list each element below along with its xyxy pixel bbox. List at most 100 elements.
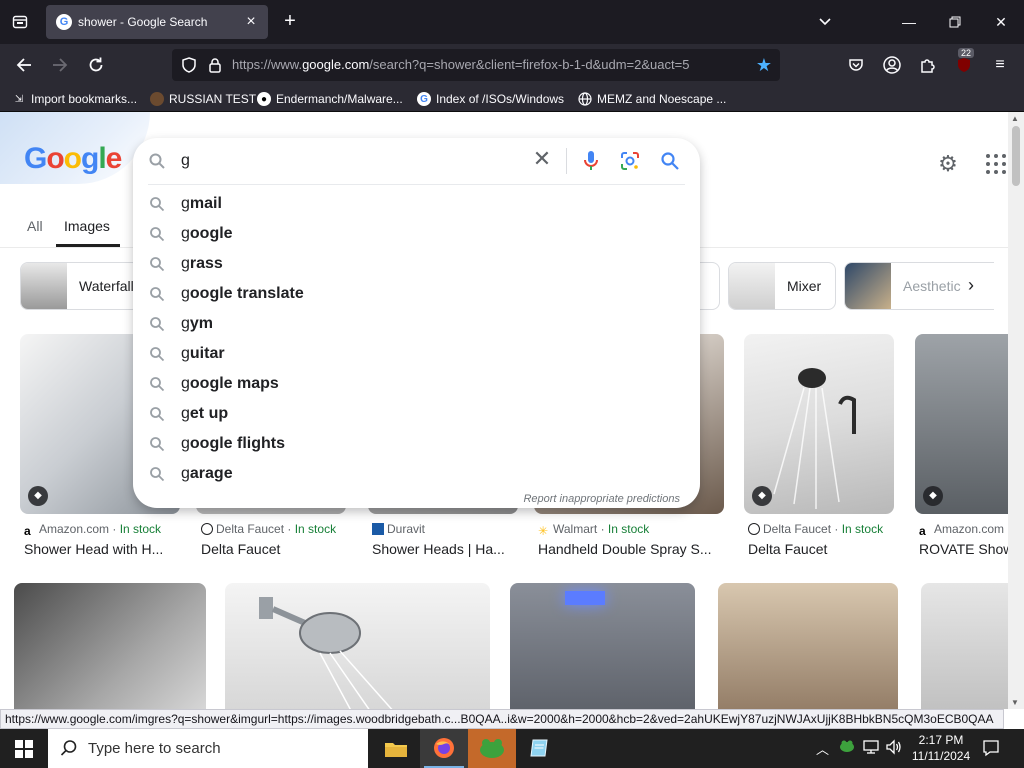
chip-thumbnail [845, 263, 891, 309]
search-icon [150, 257, 165, 272]
result-source[interactable]: Delta Faucet · In stock [201, 522, 336, 536]
suggestion-item[interactable]: gmail [133, 189, 700, 219]
pocket-icon[interactable] [844, 53, 868, 77]
lock-icon[interactable] [206, 56, 224, 74]
github-icon: ● [257, 92, 271, 106]
restore-button[interactable] [943, 10, 967, 34]
suggestion-item[interactable]: google [133, 219, 700, 249]
result-title[interactable]: Handheld Double Spray S... [538, 541, 712, 557]
tab-list-icon[interactable] [10, 12, 30, 32]
result-source[interactable]: ✳ Walmart · In stock [538, 522, 649, 538]
close-window-button[interactable]: ✕ [989, 10, 1013, 34]
report-predictions-link[interactable]: Report inappropriate predictions [523, 493, 680, 505]
chip-mixer[interactable]: Mixer [728, 262, 836, 310]
browser-tab[interactable]: G shower - Google Search × [46, 5, 268, 39]
notepad-icon[interactable] [516, 729, 564, 768]
google-logo[interactable]: Google [24, 142, 122, 176]
delta-icon [748, 523, 760, 535]
scroll-up-arrow-icon[interactable]: ▲ [1011, 114, 1019, 123]
clear-search-icon[interactable]: ✕ [531, 148, 553, 170]
search-icon [150, 377, 165, 392]
suggestion-item[interactable]: grass [133, 249, 700, 279]
frog-tray-icon[interactable] [839, 738, 855, 757]
start-windows-icon[interactable] [0, 729, 48, 768]
url-text[interactable]: https://www.google.com/search?q=shower&c… [232, 57, 742, 72]
notifications-icon[interactable] [982, 739, 1000, 760]
settings-gear-icon[interactable]: ⚙ [936, 152, 960, 176]
scrollbar-thumb[interactable] [1012, 126, 1020, 186]
image-result[interactable] [718, 583, 898, 709]
suggestion-item[interactable]: garage [133, 459, 700, 489]
forward-arrow-icon[interactable] [48, 53, 72, 77]
duravit-icon [372, 523, 384, 535]
result-source[interactable]: a Amazon.com · In stock [24, 522, 161, 538]
search-icon [150, 197, 165, 212]
search-icon [150, 227, 165, 242]
tab-images[interactable]: Images [64, 218, 110, 234]
suggestion-item[interactable]: google flights [133, 429, 700, 459]
suggestion-item[interactable]: gym [133, 309, 700, 339]
list-all-tabs-icon[interactable] [813, 10, 837, 34]
google-lens-icon[interactable] [620, 151, 640, 171]
suggestion-item[interactable]: guitar [133, 339, 700, 369]
bookmark-memz[interactable]: MEMZ and Noescape ... [578, 90, 726, 108]
new-tab-button[interactable]: + [280, 11, 300, 31]
show-hidden-icons-chevron-icon[interactable]: ︿ [816, 739, 829, 758]
image-result[interactable] [14, 583, 206, 709]
back-arrow-icon[interactable] [12, 53, 36, 77]
microphone-icon[interactable] [581, 150, 601, 172]
divider [148, 184, 685, 185]
volume-icon[interactable] [885, 739, 903, 758]
search-button-icon[interactable] [660, 151, 680, 171]
extensions-puzzle-icon[interactable] [916, 53, 940, 77]
tracking-protection-shield-icon[interactable] [180, 56, 198, 74]
scroll-down-arrow-icon[interactable]: ▼ [1011, 698, 1019, 707]
suggestion-item[interactable]: get up [133, 399, 700, 429]
google-favicon-icon: G [417, 92, 431, 106]
result-source[interactable]: Duravit [372, 522, 425, 536]
search-input[interactable]: g [181, 152, 190, 170]
network-icon[interactable] [862, 739, 880, 758]
result-title[interactable]: Delta Faucet [201, 541, 280, 557]
page-scrollbar[interactable]: ▲ ▼ [1008, 112, 1024, 709]
bookmark-endermanch[interactable]: ● Endermanch/Malware... [257, 90, 403, 108]
bookmark-isos[interactable]: G Index of /ISOs/Windows [417, 90, 564, 108]
search-icon [150, 467, 165, 482]
account-icon[interactable] [880, 53, 904, 77]
suggestion-item[interactable]: google translate [133, 279, 700, 309]
chevron-right-icon[interactable]: › [968, 275, 974, 296]
result-title[interactable]: Delta Faucet [748, 541, 827, 557]
system-clock[interactable]: 2:17 PM 11/11/2024 [906, 732, 976, 764]
file-explorer-icon[interactable] [372, 729, 420, 768]
bookmark-import[interactable]: ⇲ Import bookmarks... [12, 90, 137, 108]
tab-all[interactable]: All [27, 218, 43, 234]
result-title[interactable]: Shower Head with H... [24, 541, 163, 557]
result-title[interactable]: Shower Heads | Ha... [372, 541, 505, 557]
bookmark-star-icon[interactable]: ★ [756, 55, 772, 76]
image-result[interactable]: ◆ [915, 334, 1008, 514]
image-result[interactable] [921, 583, 1008, 709]
firefox-icon[interactable] [420, 729, 468, 768]
address-bar[interactable]: https://www.google.com/search?q=shower&c… [172, 49, 780, 81]
google-apps-icon[interactable] [984, 152, 1008, 176]
amazon-icon: a [24, 524, 31, 538]
image-result[interactable] [225, 583, 490, 709]
image-result[interactable]: ◆ [744, 334, 894, 514]
bookmark-russian-test[interactable]: RUSSIAN TEST [150, 90, 256, 108]
frog-app-icon[interactable] [468, 729, 516, 768]
result-title[interactable]: ROVATE Show [919, 541, 1008, 557]
minimize-button[interactable]: — [897, 10, 921, 34]
taskbar-search-box[interactable]: Type here to search [48, 729, 368, 768]
divider [566, 148, 567, 174]
chip-waterfall[interactable]: Waterfall [20, 262, 140, 310]
reload-icon[interactable] [84, 53, 108, 77]
suggestion-item[interactable]: google maps [133, 369, 700, 399]
amazon-icon: a [919, 524, 926, 538]
tab-bar: G shower - Google Search × + — ✕ [0, 0, 1024, 44]
hamburger-menu-icon[interactable]: ≡ [988, 53, 1012, 77]
image-result[interactable] [510, 583, 695, 709]
result-source[interactable]: Delta Faucet · In stock [748, 522, 883, 536]
search-icon [149, 153, 165, 169]
result-source[interactable]: a Amazon.com [919, 522, 1004, 538]
close-tab-icon[interactable]: × [242, 13, 260, 31]
